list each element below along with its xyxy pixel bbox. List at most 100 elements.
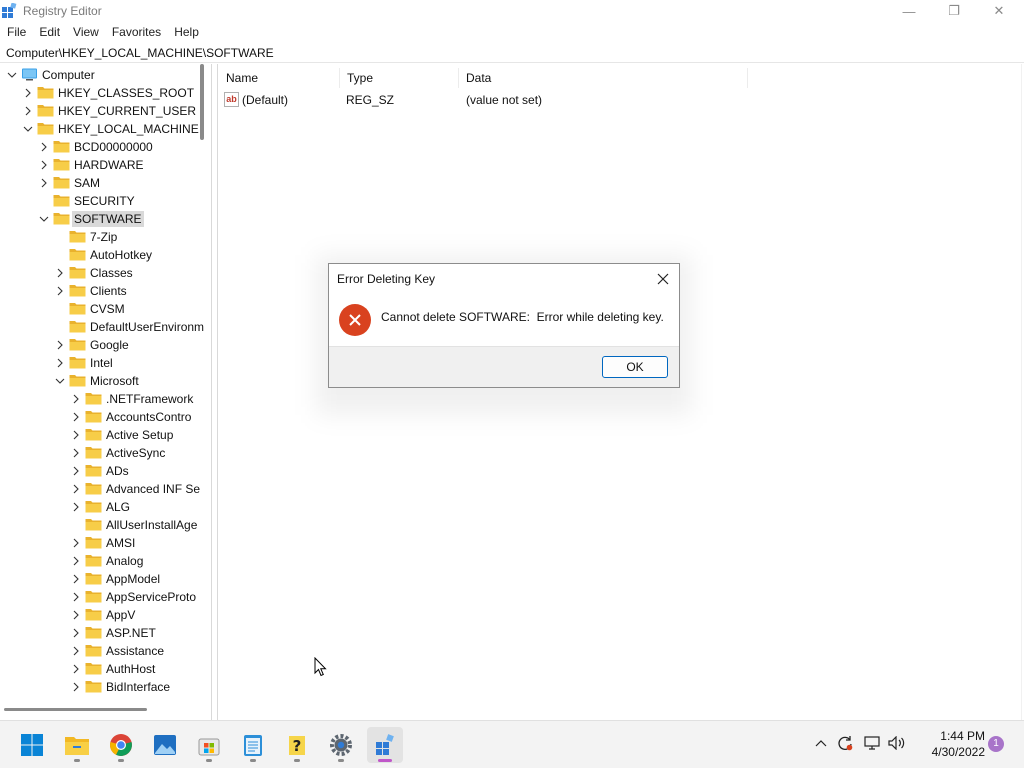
tree-item[interactable]: SAM	[0, 174, 211, 192]
address-path[interactable]: Computer\HKEY_LOCAL_MACHINE\SOFTWARE	[6, 46, 274, 60]
taskbar-store[interactable]	[191, 727, 227, 763]
tree-item[interactable]: AccountsContro	[0, 408, 211, 426]
chevron-right-icon[interactable]	[70, 408, 82, 426]
column-header-data[interactable]: Data	[458, 68, 748, 88]
tree-item[interactable]: BCD00000000	[0, 138, 211, 156]
menu-view[interactable]: View	[66, 23, 105, 42]
column-header-type[interactable]: Type	[339, 68, 459, 88]
chevron-right-icon[interactable]	[70, 534, 82, 552]
tree-item[interactable]: ActiveSync	[0, 444, 211, 462]
taskbar-settings[interactable]	[323, 727, 359, 763]
clock-time[interactable]: 1:44 PM	[925, 729, 985, 743]
tree-item[interactable]: ADs	[0, 462, 211, 480]
chevron-right-icon[interactable]	[70, 624, 82, 642]
sync-icon[interactable]	[836, 734, 854, 752]
network-icon[interactable]	[863, 734, 881, 752]
tree-item[interactable]: AuthHost	[0, 660, 211, 678]
menu-file[interactable]: File	[0, 23, 32, 42]
chevron-right-icon[interactable]	[70, 606, 82, 624]
chevron-right-icon[interactable]	[70, 480, 82, 498]
chevron-right-icon[interactable]	[70, 444, 82, 462]
tree-item[interactable]: AppServiceProto	[0, 588, 211, 606]
menu-help[interactable]: Help	[167, 23, 205, 42]
taskbar-photos[interactable]	[147, 727, 183, 763]
tree-item[interactable]: .NETFramework	[0, 390, 211, 408]
tree-item[interactable]: Computer	[0, 66, 211, 84]
taskbar-help[interactable]: ?	[279, 727, 315, 763]
chevron-right-icon[interactable]	[54, 336, 66, 354]
address-bar[interactable]: Computer\HKEY_LOCAL_MACHINE\SOFTWARE	[0, 44, 1024, 63]
chevron-up-icon[interactable]	[812, 734, 830, 752]
tree-item[interactable]: HARDWARE	[0, 156, 211, 174]
chevron-right-icon[interactable]	[70, 570, 82, 588]
tree-item[interactable]: HKEY_LOCAL_MACHINE	[0, 120, 211, 138]
chevron-right-icon[interactable]	[54, 264, 66, 282]
chevron-down-icon[interactable]	[22, 120, 34, 138]
tree-item[interactable]: CVSM	[0, 300, 211, 318]
chevron-right-icon[interactable]	[70, 642, 82, 660]
tree-item[interactable]: SECURITY	[0, 192, 211, 210]
taskbar-file-explorer[interactable]	[59, 727, 95, 763]
tree-item[interactable]: Active Setup	[0, 426, 211, 444]
maximize-button[interactable]: ❐	[931, 0, 977, 22]
tree-item[interactable]: AppModel	[0, 570, 211, 588]
chevron-down-icon[interactable]	[38, 210, 50, 228]
column-header-name[interactable]: Name	[218, 68, 340, 88]
title-bar[interactable]: Registry Editor — ❐ ✕	[0, 0, 1024, 22]
tree-vertical-scrollbar[interactable]	[200, 64, 204, 140]
tree-item[interactable]: BidInterface	[0, 678, 211, 696]
chevron-right-icon[interactable]	[70, 588, 82, 606]
chevron-right-icon[interactable]	[70, 660, 82, 678]
chevron-down-icon[interactable]	[6, 66, 18, 84]
chevron-right-icon[interactable]	[38, 138, 50, 156]
minimize-button[interactable]: —	[886, 0, 932, 22]
chevron-right-icon[interactable]	[70, 462, 82, 480]
chevron-down-icon[interactable]	[54, 372, 66, 390]
chevron-right-icon[interactable]	[54, 282, 66, 300]
taskbar-chrome[interactable]	[103, 727, 139, 763]
tree-item[interactable]: ALG	[0, 498, 211, 516]
menu-favorites[interactable]: Favorites	[105, 23, 167, 42]
tree-item[interactable]: Microsoft	[0, 372, 211, 390]
chevron-right-icon[interactable]	[70, 552, 82, 570]
chevron-right-icon[interactable]	[70, 426, 82, 444]
tree-item[interactable]: HKEY_CURRENT_USER	[0, 102, 211, 120]
value-row[interactable]: ab (Default) REG_SZ (value not set)	[218, 91, 818, 109]
chevron-right-icon[interactable]	[70, 498, 82, 516]
taskbar-registry-editor[interactable]	[367, 727, 403, 763]
tree-item[interactable]: AutoHotkey	[0, 246, 211, 264]
notification-badge[interactable]: 1	[988, 736, 1004, 752]
chevron-right-icon[interactable]	[70, 390, 82, 408]
close-button[interactable]: ✕	[976, 0, 1022, 22]
tree-item[interactable]: Google	[0, 336, 211, 354]
tree-item[interactable]: HKEY_CLASSES_ROOT	[0, 84, 211, 102]
tree-item[interactable]: Advanced INF Se	[0, 480, 211, 498]
key-tree-pane[interactable]: Computer HKEY_CLASSES_ROOT HKEY_CURRENT_US…	[0, 64, 212, 720]
chevron-right-icon[interactable]	[22, 84, 34, 102]
start-button[interactable]	[14, 727, 50, 763]
chevron-right-icon[interactable]	[70, 678, 82, 696]
tree-item[interactable]: 7-Zip	[0, 228, 211, 246]
menu-edit[interactable]: Edit	[32, 23, 66, 42]
tree-item[interactable]: SOFTWARE	[0, 210, 211, 228]
dialog-close-icon[interactable]	[651, 269, 675, 289]
tree-item[interactable]: ASP.NET	[0, 624, 211, 642]
tree-item[interactable]: AllUserInstallAge	[0, 516, 211, 534]
tree-item[interactable]: Analog	[0, 552, 211, 570]
tree-item[interactable]: AMSI	[0, 534, 211, 552]
tree-item[interactable]: Intel	[0, 354, 211, 372]
ok-button[interactable]: OK	[602, 356, 668, 378]
tree-item[interactable]: Assistance	[0, 642, 211, 660]
tree-horizontal-scrollbar[interactable]	[4, 708, 147, 711]
volume-icon[interactable]	[888, 734, 906, 752]
clock-date[interactable]: 4/30/2022	[915, 745, 985, 759]
chevron-right-icon[interactable]	[22, 102, 34, 120]
chevron-right-icon[interactable]	[54, 354, 66, 372]
chevron-right-icon[interactable]	[38, 156, 50, 174]
chevron-right-icon[interactable]	[38, 174, 50, 192]
tree-item[interactable]: AppV	[0, 606, 211, 624]
tree-item[interactable]: Classes	[0, 264, 211, 282]
tree-item[interactable]: Clients	[0, 282, 211, 300]
taskbar-notepad[interactable]	[235, 727, 271, 763]
tree-item[interactable]: DefaultUserEnvironm	[0, 318, 211, 336]
